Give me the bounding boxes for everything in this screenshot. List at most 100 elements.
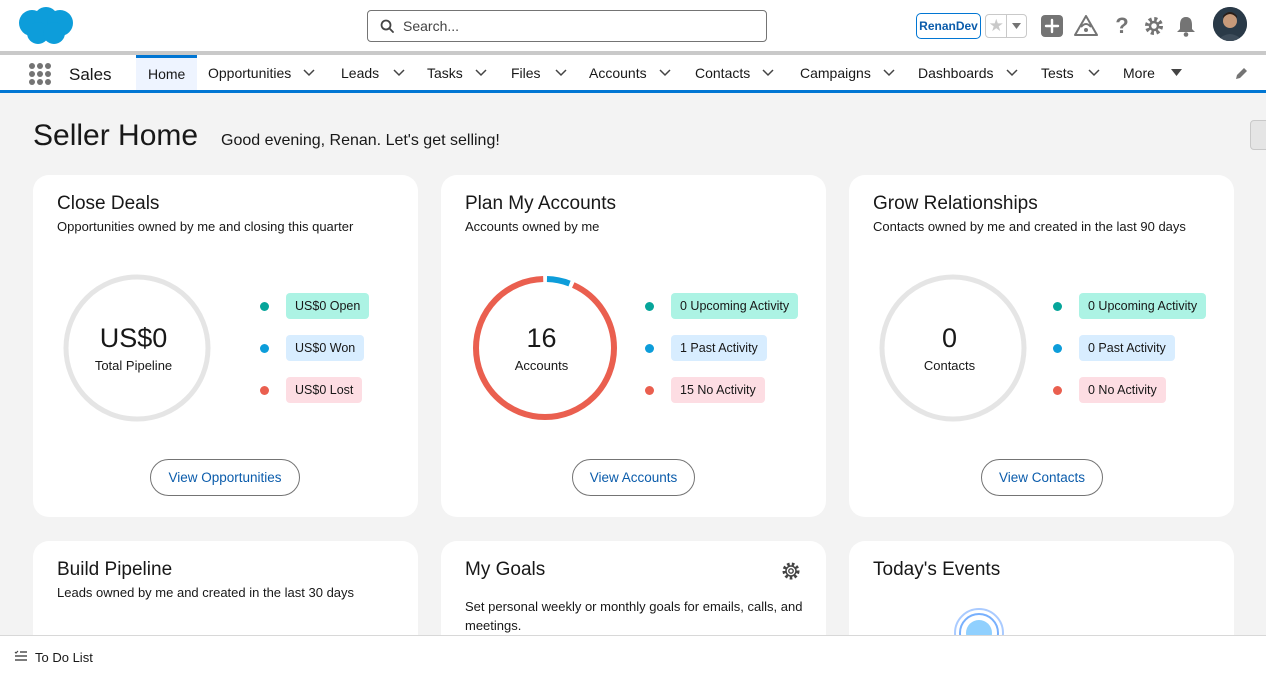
tab-more[interactable]: More [1123, 55, 1182, 90]
legend-dot [260, 301, 269, 311]
tab-label: Accounts [589, 64, 647, 81]
chevron-down-icon[interactable] [555, 68, 567, 77]
bell-icon[interactable] [1174, 14, 1198, 38]
legend-dot [260, 343, 269, 353]
pencil-icon[interactable] [1234, 66, 1249, 81]
greeting-text: Good evening, Renan. Let's get selling! [221, 132, 500, 149]
card-title: Plan My Accounts [465, 193, 617, 214]
gear-icon[interactable] [781, 561, 801, 581]
tab-accounts[interactable]: Accounts [589, 55, 671, 90]
chevron-down-icon[interactable] [883, 68, 895, 77]
status-badge: 15 No Activity [671, 377, 765, 403]
view-accounts-button[interactable]: View Accounts [572, 459, 695, 496]
todo-list-button[interactable]: To Do List [35, 650, 93, 665]
ring-value: US$0 [99, 323, 168, 353]
status-badge: US$0 Open [286, 293, 370, 319]
legend-dot [1053, 385, 1062, 395]
legend-past-activity: 1 Past Activity [645, 335, 767, 361]
legend-dot [645, 343, 654, 353]
card-subtitle: Opportunities owned by me and closing th… [57, 219, 354, 234]
goals-description: Set personal weekly or monthly goals for… [465, 599, 803, 633]
tab-label: Files [511, 64, 541, 81]
legend-dot [645, 385, 654, 395]
status-badge: 0 Upcoming Activity [1079, 293, 1207, 319]
global-search-input[interactable]: Search... [367, 10, 767, 42]
legend-dot [645, 301, 654, 311]
legend-dot [1053, 343, 1062, 353]
card-title: Build Pipeline [57, 559, 173, 580]
ring-value: 0 [941, 323, 958, 353]
status-badge: US$0 Won [286, 335, 365, 361]
side-panel-toggle[interactable] [1250, 120, 1266, 150]
app-launcher-icon[interactable] [29, 63, 51, 85]
tab-leads[interactable]: Leads [341, 55, 405, 90]
add-icon[interactable] [1040, 14, 1064, 38]
chevron-down-icon[interactable] [659, 68, 671, 77]
search-placeholder: Search... [403, 18, 460, 34]
status-badge: 0 Upcoming Activity [671, 293, 799, 319]
card-title: Today's Events [873, 559, 1001, 580]
plan-accounts-card: Plan My Accounts Accounts owned by me 16… [441, 175, 826, 517]
tab-label: Contacts [695, 64, 751, 81]
chevron-down-icon [1170, 69, 1182, 76]
tab-label: Tasks [427, 64, 463, 81]
close-deals-card: Close Deals Opportunities owned by me an… [33, 175, 418, 517]
ring-label: Contacts [923, 358, 976, 373]
help-icon[interactable]: ? [1110, 13, 1134, 38]
chevron-down-icon[interactable] [475, 68, 487, 77]
tab-tasks[interactable]: Tasks [427, 55, 487, 90]
legend-won: US$0 Won [260, 335, 365, 361]
tab-label: Opportunities [208, 64, 292, 81]
chevron-down-icon[interactable] [1088, 68, 1100, 77]
tab-dashboards[interactable]: Dashboards [918, 55, 1018, 90]
gear-icon[interactable] [1142, 14, 1166, 38]
utility-bar: To Do List [0, 635, 1266, 674]
status-badge: US$0 Lost [286, 377, 363, 403]
avatar[interactable] [1213, 7, 1247, 41]
tab-files[interactable]: Files [511, 55, 567, 90]
org-badge[interactable]: RenanDev [916, 13, 981, 39]
chevron-down-icon[interactable] [762, 68, 774, 77]
salesforce-cloud-logo[interactable] [16, 6, 76, 46]
legend-open: US$0 Open [260, 293, 370, 319]
tab-tests[interactable]: Tests [1041, 55, 1100, 90]
legend-dot [1053, 301, 1062, 311]
tab-contacts[interactable]: Contacts [695, 55, 774, 90]
legend-upcoming-activity: 0 Upcoming Activity [645, 293, 799, 319]
trailhead-icon[interactable] [1074, 14, 1098, 38]
status-badge: 1 Past Activity [671, 335, 767, 361]
tab-label: Leads [341, 64, 380, 81]
tab-label: Tests [1041, 64, 1074, 81]
legend-lost: US$0 Lost [260, 377, 363, 403]
tab-campaigns[interactable]: Campaigns [800, 55, 895, 90]
view-opportunities-button[interactable]: View Opportunities [150, 459, 300, 496]
tab-opportunities[interactable]: Opportunities [208, 55, 315, 90]
favorites-dropdown-button[interactable] [1007, 15, 1026, 37]
card-subtitle: Leads owned by me and created in the las… [57, 585, 355, 600]
status-badge: 0 Past Activity [1079, 335, 1175, 361]
star-icon[interactable]: ★ [986, 15, 1008, 37]
chevron-down-icon [1012, 23, 1022, 29]
legend-no-activity: 0 No Activity [1053, 377, 1166, 403]
card-title: Close Deals [57, 193, 160, 214]
chevron-down-icon[interactable] [303, 68, 315, 77]
todo-list-icon [14, 650, 27, 661]
legend-past-activity: 0 Past Activity [1053, 335, 1175, 361]
global-header: Search... RenanDev ★ ? [0, 0, 1266, 52]
card-title: My Goals [465, 559, 546, 580]
grow-relationships-card: Grow Relationships Contacts owned by me … [849, 175, 1234, 517]
app-name: Sales [69, 65, 112, 84]
view-contacts-button[interactable]: View Contacts [981, 459, 1103, 496]
ring-label: Total Pipeline [94, 358, 173, 373]
tab-label: Campaigns [800, 64, 871, 81]
status-badge: 0 No Activity [1079, 377, 1166, 403]
chevron-down-icon[interactable] [393, 68, 405, 77]
page-title: Seller Home [33, 119, 199, 152]
card-subtitle: Contacts owned by me and created in the … [873, 219, 1186, 234]
chevron-down-icon[interactable] [1005, 68, 1018, 77]
tab-home[interactable]: Home [136, 55, 198, 90]
legend-dot [260, 385, 269, 395]
legend-upcoming-activity: 0 Upcoming Activity [1053, 293, 1207, 319]
ring-value: 16 [526, 323, 557, 353]
tab-label: Home [148, 66, 186, 82]
